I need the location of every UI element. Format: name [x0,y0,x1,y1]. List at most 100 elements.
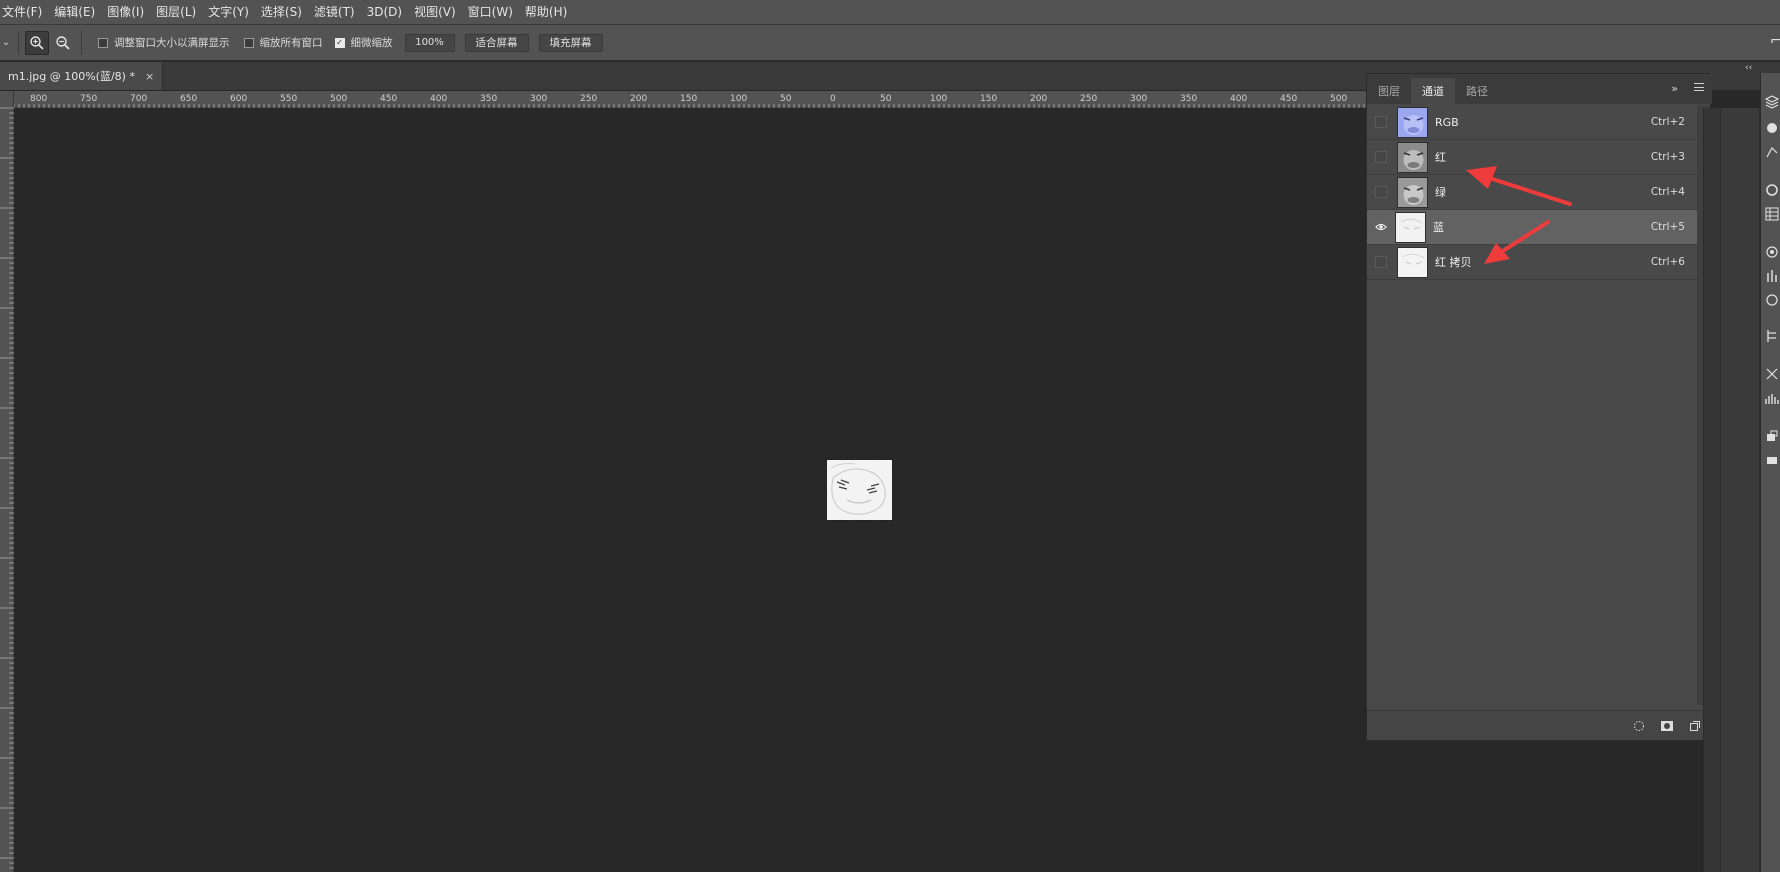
visibility-toggle[interactable] [1375,151,1387,163]
options-divider [18,30,19,55]
fill-screen-button[interactable]: 填充屏幕 [538,33,603,52]
collapse-panels-icon[interactable]: ‹‹ [1745,63,1752,73]
horizontal-ruler[interactable]: 800 750 700 650 600 550 500 450 400 350 300 250 200 1… [13,91,1366,108]
channel-thumbnail-red-copy [1397,246,1428,278]
ruler-label: 300 [1130,94,1147,104]
tab-channels[interactable]: 通道 [1411,78,1455,104]
channel-name: 红 [1435,151,1446,164]
ruler-label: 350 [480,94,497,104]
ruler-label: 300 [530,94,547,104]
ruler-label: 500 [1330,94,1347,104]
panel-toggle-icon[interactable]: ⌐ [1770,33,1780,53]
visibility-toggle[interactable] [1375,256,1387,268]
ruler-label: 750 [80,94,97,104]
ruler-label: 100 [930,94,947,104]
menu-help[interactable]: 帮助(H) [519,0,573,25]
vertical-ruler[interactable] [0,91,14,872]
ruler-label: 450 [1280,94,1297,104]
dock-strip [1703,108,1720,872]
channels-icon[interactable] [1765,121,1779,135]
menu-view[interactable]: 视图(V) [408,0,462,25]
resize-windows-checkbox[interactable]: 调整窗口大小以满屏显示 [98,35,230,50]
panel-dock [1760,73,1780,872]
channel-shortcut: Ctrl+5 [1650,221,1685,233]
libraries-icon[interactable] [1765,245,1779,259]
zoom-out-icon [56,35,70,50]
ruler-label: 650 [180,94,197,104]
load-channel-as-selection-icon[interactable] [1631,718,1647,734]
channel-name: RGB [1435,115,1459,129]
channel-shortcut: Ctrl+6 [1650,256,1685,268]
zoom-in-icon [30,35,44,50]
menu-3d[interactable]: 3D(D) [361,0,408,25]
menu-type[interactable]: 文字(Y) [202,0,255,25]
ruler-label: 500 [330,94,347,104]
visibility-toggle[interactable] [1375,186,1387,198]
panel-menu-icon[interactable] [1694,83,1704,91]
menu-window[interactable]: 窗口(W) [462,0,519,25]
ruler-label: 600 [230,94,247,104]
channel-row-green[interactable]: 绿 Ctrl+4 [1367,175,1699,210]
ruler-label: 350 [1180,94,1197,104]
zoom-all-windows-checkbox[interactable]: 缩放所有窗口 [243,35,323,50]
tab-paths[interactable]: 路径 [1455,78,1499,104]
channel-name: 红 拷贝 [1435,256,1472,269]
brush-settings-icon[interactable] [1765,367,1779,381]
eye-icon[interactable] [1375,221,1387,233]
tool-preset-chevron-icon[interactable]: ⌄ [0,25,12,61]
paths-icon[interactable] [1765,145,1779,159]
ruler-label: 0 [830,94,836,104]
horizontal-ruler-ticks: 800 750 700 650 600 550 500 450 400 350 300 250 200 1… [13,94,1365,108]
ruler-label: 150 [680,94,697,104]
scrubby-zoom-checkbox[interactable]: ✓ 细微缩放 [334,35,393,50]
document-tab-title: m1.jpg @ 100%(蓝/8) * [8,70,135,83]
adjustments-icon[interactable] [1765,269,1779,283]
info-icon[interactable] [1765,453,1779,467]
zoom-percent-field[interactable]: 100% [404,33,455,52]
navigator-icon[interactable] [1765,429,1779,443]
swatches-icon[interactable] [1765,207,1779,221]
channel-row-rgb[interactable]: RGB Ctrl+2 [1367,105,1699,140]
ruler-label: 250 [580,94,597,104]
visibility-toggle[interactable] [1375,116,1387,128]
menu-select[interactable]: 选择(S) [255,0,308,25]
new-channel-icon[interactable] [1687,718,1703,734]
menu-layer[interactable]: 图层(L) [150,0,202,25]
scrubby-zoom-label: 细微缩放 [350,37,393,49]
ruler-label: 100 [730,94,747,104]
menu-filter[interactable]: 滤镜(T) [308,0,361,25]
checkbox-box [243,37,254,48]
zoom-in-button[interactable] [25,30,49,55]
menu-edit[interactable]: 编辑(E) [48,0,101,25]
layers-icon[interactable] [1765,95,1779,109]
ruler-label: 200 [630,94,647,104]
properties-icon[interactable] [1765,329,1779,343]
channel-thumbnail-rgb [1397,106,1428,138]
save-selection-as-channel-icon[interactable] [1659,718,1675,734]
styles-icon[interactable] [1765,293,1779,307]
ruler-label: 700 [130,94,147,104]
channel-row-red-copy[interactable]: 红 拷贝 Ctrl+6 [1367,245,1699,280]
channel-row-blue[interactable]: 蓝 Ctrl+5 [1367,210,1699,245]
image-document[interactable] [826,459,893,521]
channel-shortcut: Ctrl+4 [1650,186,1685,198]
menu-file[interactable]: 文件(F) [0,0,48,25]
tab-layers[interactable]: 图层 [1367,78,1411,104]
menu-bar: 文件(F) 编辑(E) 图像(I) 图层(L) 文字(Y) 选择(S) 滤镜(T… [0,0,1780,25]
zoom-out-button[interactable] [51,31,75,55]
menu-image[interactable]: 图像(I) [101,0,150,25]
color-icon[interactable] [1765,183,1779,197]
panel-footer [1367,710,1727,740]
channel-row-red[interactable]: 红 Ctrl+3 [1367,140,1699,175]
ruler-label: 50 [880,94,892,104]
ruler-label: 400 [430,94,447,104]
histogram-icon[interactable] [1765,391,1779,405]
expand-panel-icon[interactable]: » [1671,82,1678,95]
ruler-label: 400 [1230,94,1247,104]
channel-shortcut: Ctrl+3 [1650,151,1685,163]
close-icon[interactable]: × [145,70,154,83]
channels-panel: 图层 通道 路径 » RGB Ctrl+2 红 Ctrl+3 绿 Ctrl+4 … [1366,73,1727,741]
document-tab[interactable]: m1.jpg @ 100%(蓝/8) * × [0,62,164,90]
channel-list: RGB Ctrl+2 红 Ctrl+3 绿 Ctrl+4 蓝 Ctrl+5 红 … [1367,105,1699,280]
fit-screen-button[interactable]: 适合屏幕 [464,33,529,52]
